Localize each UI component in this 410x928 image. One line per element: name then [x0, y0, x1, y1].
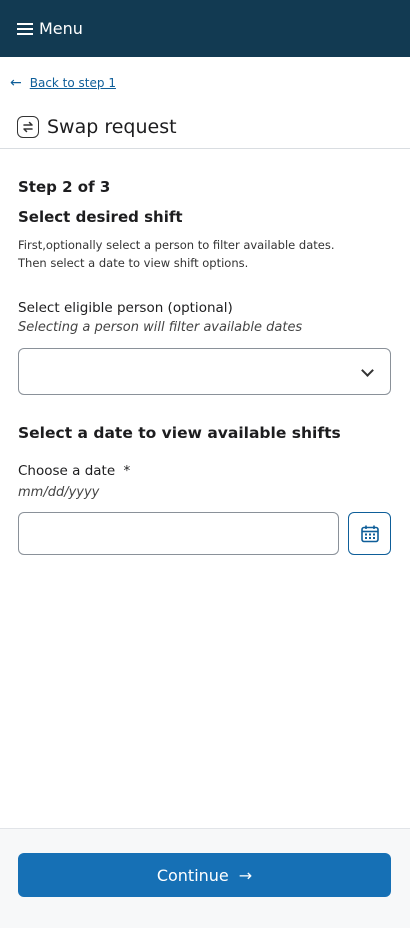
back-link[interactable]: ← Back to step 1	[10, 76, 116, 90]
date-input[interactable]	[18, 512, 339, 555]
continue-label: Continue	[156, 865, 229, 885]
person-hint: Selecting a person will filter available…	[18, 320, 303, 335]
date-section-heading: Select a date to view available shifts	[18, 424, 341, 442]
section-heading: Select desired shift	[18, 208, 183, 226]
back-link-label: Back to step 1	[29, 76, 116, 90]
hamburger-icon	[17, 22, 33, 35]
help-line-1: First,optionally select a person to filt…	[18, 238, 335, 252]
calendar-button[interactable]	[348, 512, 391, 555]
help-line-2: Then select a date to view shift options…	[18, 256, 249, 270]
date-format-hint: mm/dd/yyyy	[18, 485, 100, 500]
page-title: Swap request	[47, 116, 177, 138]
calendar-icon	[360, 525, 379, 542]
required-marker: *	[123, 463, 131, 479]
date-label: Choose a date	[18, 463, 116, 479]
continue-button[interactable]: Continue →	[18, 853, 391, 897]
step-indicator: Step 2 of 3	[18, 178, 111, 196]
top-bar: Menu	[0, 0, 410, 57]
back-arrow-icon: ←	[10, 75, 22, 91]
date-label-row: Choose a date *	[18, 463, 130, 479]
arrow-right-icon: →	[238, 865, 253, 885]
menu-label: Menu	[39, 19, 83, 38]
menu-button[interactable]: Menu	[17, 19, 83, 38]
page-header: Swap request	[17, 116, 177, 138]
help-text: First,optionally select a person to filt…	[18, 236, 393, 272]
person-select[interactable]	[18, 348, 391, 395]
header-divider	[0, 148, 410, 149]
swap-icon	[17, 116, 39, 138]
chevron-down-icon	[361, 364, 374, 377]
person-label: Select eligible person (optional)	[18, 300, 233, 316]
